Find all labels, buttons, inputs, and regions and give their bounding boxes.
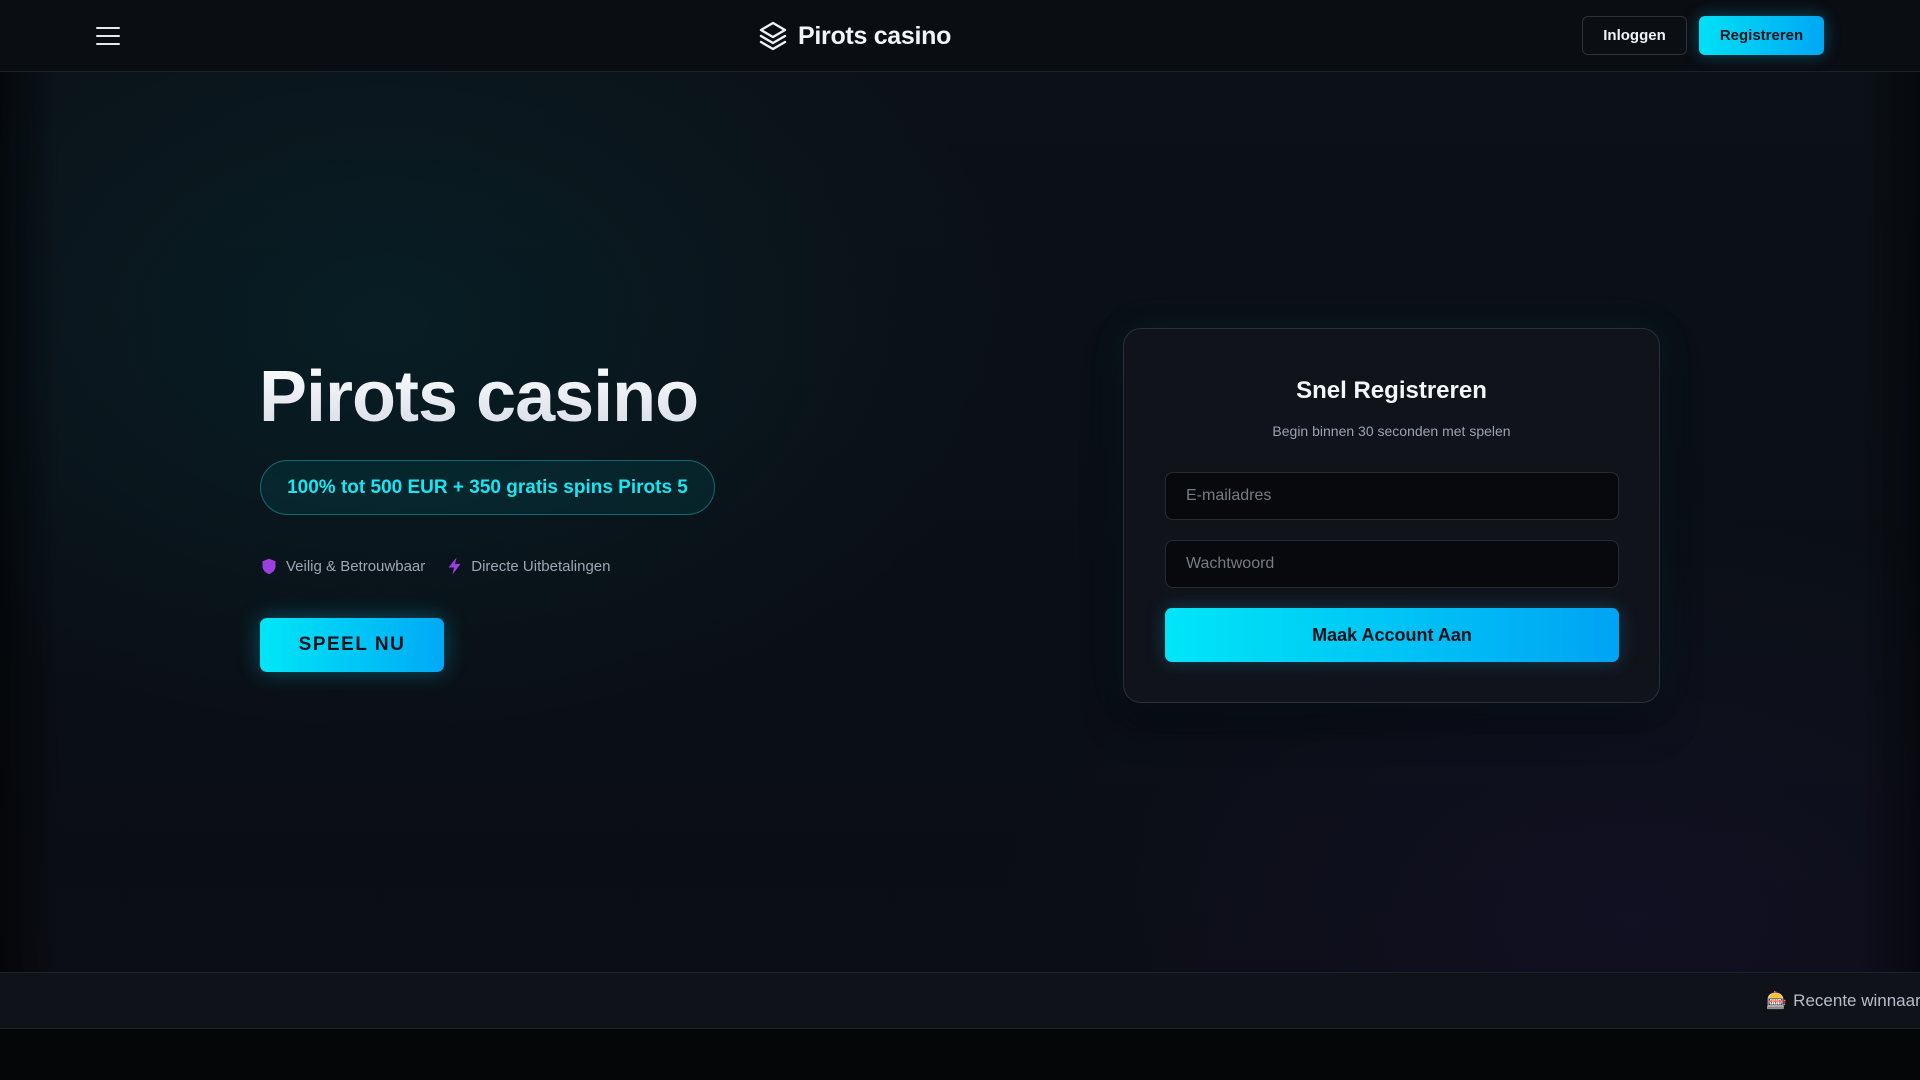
feature-label: Veilig & Betrouwbaar [286,557,426,575]
bonus-text: 100% tot 500 EUR + 350 gratis spins Piro… [287,476,688,498]
ticker-text: Recente winnaar: [1793,991,1920,1010]
slot-machine-icon: 🎰 [1766,991,1788,1010]
top-header: Pirots casino Inloggen Registreren [0,0,1920,72]
create-account-button[interactable]: Maak Account Aan [1165,608,1619,662]
brand-logo[interactable]: Pirots casino [758,18,951,54]
layers-icon [759,21,787,51]
page: Pirots casino Inloggen Registreren Pirot… [0,0,1920,1080]
ticker-item: 🎰 Recente winnaar: [1766,991,1920,1011]
email-field[interactable] [1165,472,1619,520]
feature-payouts: Directe Uitbetalingen [447,557,611,575]
feature-secure: Veilig & Betrouwbaar [261,558,425,575]
feature-list: Veilig & Betrouwbaar Directe Uitbetaling… [261,555,611,577]
play-now-button[interactable]: SPEEL NU [260,618,444,672]
password-field[interactable] [1165,540,1619,588]
login-button[interactable]: Inloggen [1582,16,1687,55]
lightning-icon [448,557,461,575]
hamburger-menu-icon[interactable] [88,20,128,52]
registration-title: Snel Registreren [1296,377,1487,404]
shield-icon [262,558,276,574]
registration-card: Snel Registreren Begin binnen 30 seconde… [1123,328,1660,703]
feature-label: Directe Uitbetalingen [471,557,611,575]
hero-title: Pirots casino [259,357,699,437]
registration-subtitle: Begin binnen 30 seconden met spelen [1272,423,1511,439]
footer [0,1029,1920,1080]
bonus-badge: 100% tot 500 EUR + 350 gratis spins Piro… [260,460,715,515]
winners-ticker: 🎰 Recente winnaar: [0,972,1920,1029]
brand-name: Pirots casino [798,21,952,50]
register-button[interactable]: Registreren [1699,16,1824,55]
